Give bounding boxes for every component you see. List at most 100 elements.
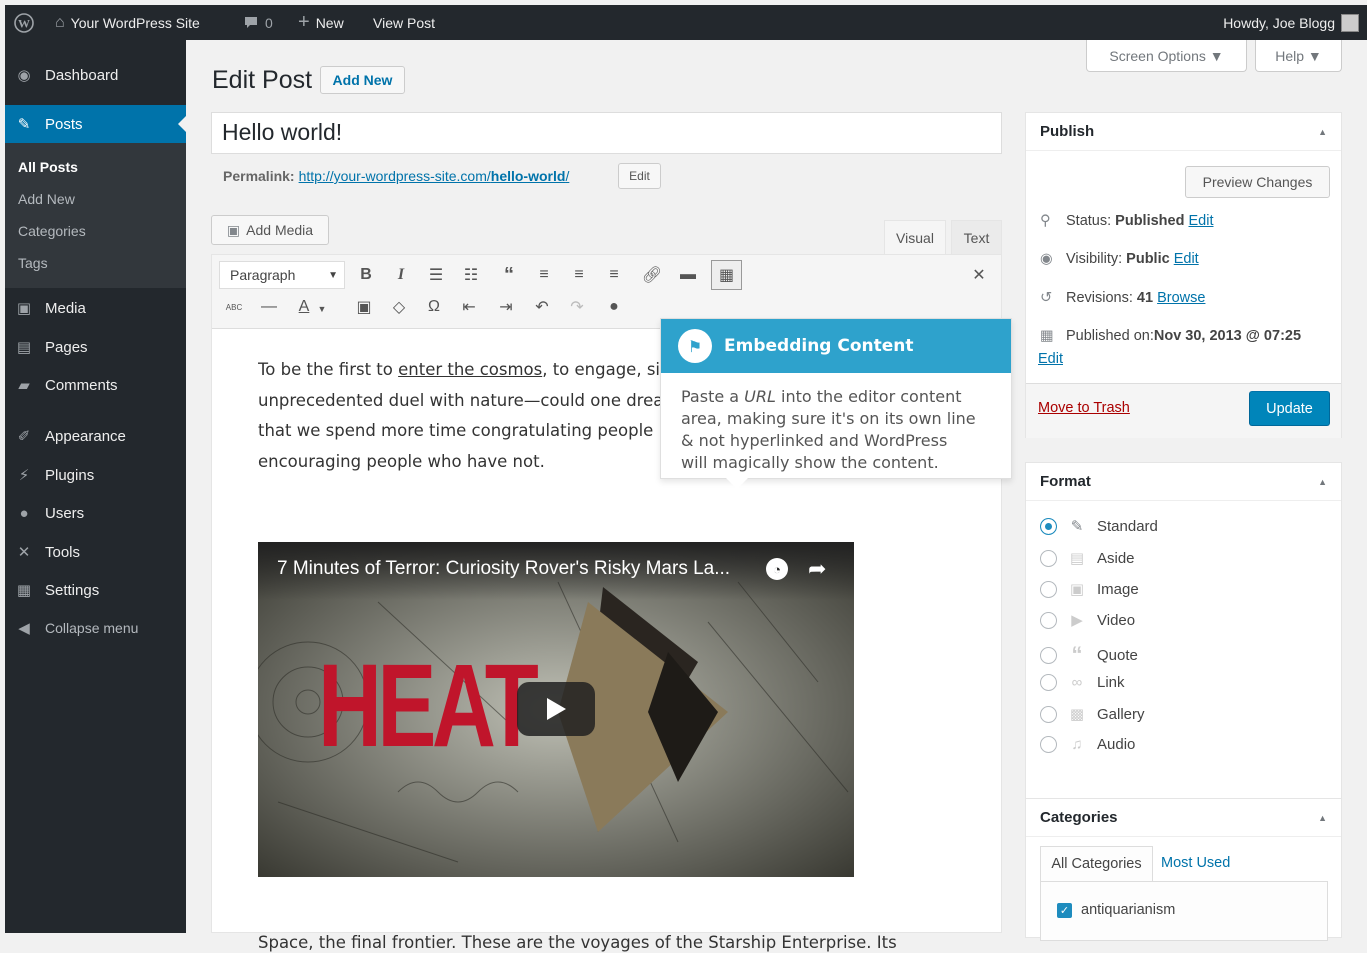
screen-options-button[interactable]: Screen Options ▼	[1086, 40, 1247, 72]
format-option-video[interactable]: ▶ Video	[1040, 611, 1135, 629]
link-icon[interactable]: 🔗︎	[640, 263, 664, 287]
submenu-all-posts[interactable]: All Posts	[5, 159, 186, 175]
publish-box-header[interactable]: Publish ▲	[1026, 113, 1341, 151]
tab-all-categories[interactable]: All Categories	[1040, 846, 1153, 881]
collapse-arrow-icon[interactable]: ▲	[1318, 127, 1327, 137]
collapse-menu-button[interactable]: ◀ Collapse menu	[5, 616, 186, 640]
toolbar-toggle-icon[interactable]: ▦	[711, 260, 742, 290]
numbered-list-icon[interactable]: ☷	[459, 263, 483, 287]
permalink-label: Permalink:	[223, 168, 295, 184]
help-button[interactable]: Help ▼	[1255, 40, 1342, 72]
site-name-link[interactable]: ⌂ Your WordPress Site	[55, 5, 200, 40]
radio-button[interactable]	[1040, 705, 1057, 723]
format-option-gallery[interactable]: ▩ Gallery	[1040, 705, 1145, 723]
video-heat-text: HEAT	[318, 640, 539, 772]
video-play-button[interactable]	[517, 682, 595, 736]
radio-button[interactable]	[1040, 674, 1057, 691]
paste-text-icon[interactable]: ▣	[352, 295, 376, 319]
strikethrough-icon[interactable]: ABC	[222, 295, 246, 319]
permalink-edit-button[interactable]: Edit	[618, 163, 661, 189]
checkbox-checked-icon[interactable]: ✓	[1057, 902, 1072, 918]
menu-plugins[interactable]: ⚡ Plugins	[5, 463, 186, 487]
menu-pages[interactable]: ▤ Pages	[5, 335, 186, 359]
pointer-header: ⚑ Embedding Content	[661, 319, 1011, 373]
blockquote-icon[interactable]: “	[497, 263, 521, 287]
clear-formatting-icon[interactable]: ◇	[387, 295, 411, 319]
content-paragraph-1[interactable]: To be the first to enter the cosmos, to …	[258, 355, 678, 477]
align-left-icon[interactable]: ≡	[532, 263, 556, 287]
format-box-header[interactable]: Format ▲	[1026, 463, 1341, 501]
italic-icon[interactable]: I	[389, 263, 413, 287]
bullet-list-icon[interactable]: ☰	[424, 263, 448, 287]
published-on-edit-link[interactable]: Edit	[1038, 351, 1063, 367]
menu-appearance[interactable]: ✐ Appearance	[5, 424, 186, 448]
menu-dashboard[interactable]: ◉ Dashboard	[5, 58, 186, 92]
radio-button[interactable]	[1040, 646, 1057, 664]
undo-icon[interactable]: ↶	[530, 295, 554, 319]
radio-button[interactable]	[1040, 611, 1057, 629]
dashboard-icon: ◉	[17, 67, 31, 84]
radio-button[interactable]	[1040, 736, 1057, 753]
menu-comments[interactable]: ▰ Comments	[5, 373, 186, 397]
add-new-post-button[interactable]: Add New	[320, 66, 405, 94]
category-item[interactable]: ✓ antiquarianism	[1057, 902, 1175, 918]
help-circle-icon[interactable]: ●	[602, 295, 626, 319]
watch-later-clock-icon[interactable]: ◔	[766, 558, 788, 580]
format-option-aside[interactable]: ▤ Aside	[1040, 549, 1135, 567]
visibility-edit-link[interactable]: Edit	[1174, 251, 1199, 267]
radio-button[interactable]	[1040, 580, 1057, 598]
menu-users[interactable]: ● Users	[5, 501, 186, 525]
revisions-clock-icon: ↺	[1040, 290, 1053, 306]
video-embed[interactable]: HEAT 7 Minutes of Terror: Curiosity Rove…	[258, 542, 854, 877]
fullscreen-icon[interactable]: ✕	[967, 263, 991, 287]
share-arrow-icon[interactable]: ➦	[808, 556, 826, 582]
view-post-link[interactable]: View Post	[373, 5, 435, 40]
submenu-add-new[interactable]: Add New	[5, 191, 186, 207]
submenu-tags[interactable]: Tags	[5, 255, 186, 271]
tab-most-used[interactable]: Most Used	[1161, 855, 1230, 871]
add-media-button[interactable]: ▣ Add Media	[211, 215, 329, 245]
my-account-link[interactable]: Howdy, Joe Blogg	[1223, 5, 1359, 40]
content-paragraph-2[interactable]: Space, the final frontier. These are the…	[258, 933, 897, 953]
format-option-quote[interactable]: “ Quote	[1040, 642, 1138, 668]
tab-visual[interactable]: Visual	[884, 220, 946, 254]
categories-box-header[interactable]: Categories ▲	[1026, 799, 1341, 837]
status-edit-link[interactable]: Edit	[1189, 213, 1214, 229]
outdent-icon[interactable]: ⇤	[457, 295, 481, 319]
collapse-arrow-icon[interactable]: ▲	[1318, 813, 1327, 823]
preview-changes-button[interactable]: Preview Changes	[1185, 166, 1330, 198]
new-content-link[interactable]: + New	[298, 5, 344, 40]
align-center-icon[interactable]: ≡	[567, 263, 591, 287]
update-button[interactable]: Update	[1249, 391, 1330, 426]
menu-settings[interactable]: ▦ Settings	[5, 578, 186, 602]
format-select[interactable]: Paragraph ▼	[219, 261, 345, 289]
indent-icon[interactable]: ⇥	[494, 295, 518, 319]
collapse-arrow-icon[interactable]: ▲	[1318, 477, 1327, 487]
move-to-trash-link[interactable]: Move to Trash	[1038, 400, 1130, 416]
text-color-arrow-icon[interactable]: ▼	[316, 297, 328, 321]
wordpress-logo-icon[interactable]: W	[14, 5, 34, 40]
video-title[interactable]: 7 Minutes of Terror: Curiosity Rover's R…	[277, 558, 730, 580]
menu-media[interactable]: ▣ Media	[5, 296, 186, 320]
radio-selected[interactable]	[1040, 517, 1057, 535]
menu-tools[interactable]: ✕ Tools	[5, 540, 186, 564]
menu-posts[interactable]: ✎ Posts	[5, 105, 186, 143]
bold-icon[interactable]: B	[354, 263, 378, 287]
read-more-icon[interactable]: ▬	[676, 263, 700, 287]
horizontal-line-icon[interactable]: —	[257, 295, 281, 319]
special-character-icon[interactable]: Ω	[422, 295, 446, 319]
comments-link[interactable]: 0	[243, 5, 273, 40]
revisions-browse-link[interactable]: Browse	[1157, 290, 1205, 306]
text-color-icon[interactable]: A	[292, 295, 316, 319]
redo-icon[interactable]: ↷	[565, 295, 589, 319]
radio-button[interactable]	[1040, 549, 1057, 567]
submenu-categories[interactable]: Categories	[5, 223, 186, 239]
post-title-input[interactable]: Hello world!	[211, 112, 1002, 154]
format-option-standard[interactable]: ✎ Standard	[1040, 517, 1158, 535]
tab-text[interactable]: Text	[951, 220, 1002, 254]
format-option-audio[interactable]: ♫ Audio	[1040, 736, 1135, 753]
format-option-image[interactable]: ▣ Image	[1040, 580, 1139, 598]
align-right-icon[interactable]: ≡	[602, 263, 626, 287]
format-option-link[interactable]: ∞ Link	[1040, 674, 1125, 691]
permalink-url[interactable]: http://your-wordpress-site.com/hello-wor…	[299, 168, 570, 184]
